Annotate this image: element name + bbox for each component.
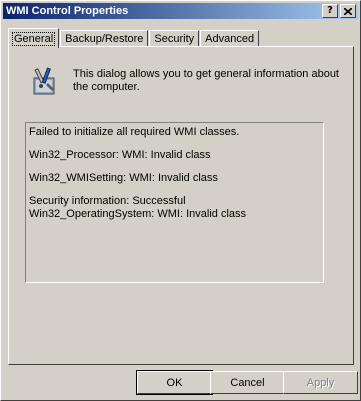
info-line: Win32_Processor: WMI: Invalid class <box>29 149 211 161</box>
ok-button-label: OK <box>166 376 183 389</box>
tab-strip: General Backup/Restore Security Advanced <box>8 27 260 48</box>
info-line: Security information: Successful <box>29 195 186 207</box>
tab-security-label: Security <box>154 33 195 45</box>
tab-security[interactable]: Security <box>149 30 200 47</box>
apply-button-label: Apply <box>306 376 335 389</box>
title-bar[interactable]: WMI Control Properties ? <box>3 3 358 19</box>
ok-button[interactable]: OK <box>136 370 213 395</box>
tab-backup-restore[interactable]: Backup/Restore <box>60 30 149 47</box>
tab-general-label: General <box>11 31 56 46</box>
tab-general[interactable]: General <box>8 28 60 48</box>
general-tab-panel: This dialog allows you to get general in… <box>8 46 354 365</box>
tab-advanced[interactable]: Advanced <box>200 30 260 47</box>
info-line: Win32_OperatingSystem: WMI: Invalid clas… <box>29 208 247 220</box>
cancel-button[interactable]: Cancel <box>210 371 285 394</box>
window-title: WMI Control Properties <box>6 5 129 17</box>
general-info-box: Failed to initialize all required WMI cl… <box>25 122 324 283</box>
info-line: Failed to initialize all required WMI cl… <box>29 126 240 138</box>
dialog-description: This dialog allows you to get general in… <box>73 68 339 93</box>
close-button[interactable] <box>340 4 356 18</box>
tab-backup-restore-label: Backup/Restore <box>65 33 144 45</box>
cancel-button-label: Cancel <box>230 376 265 389</box>
apply-button: Apply <box>283 371 358 394</box>
tab-advanced-label: Advanced <box>205 33 255 45</box>
info-line: Win32_WMISetting: WMI: Invalid class <box>29 172 218 184</box>
wmi-tools-icon <box>33 67 55 95</box>
properties-window: WMI Control Properties ? General Backup/… <box>0 0 361 401</box>
help-button[interactable]: ? <box>322 4 338 18</box>
close-icon <box>344 7 352 15</box>
